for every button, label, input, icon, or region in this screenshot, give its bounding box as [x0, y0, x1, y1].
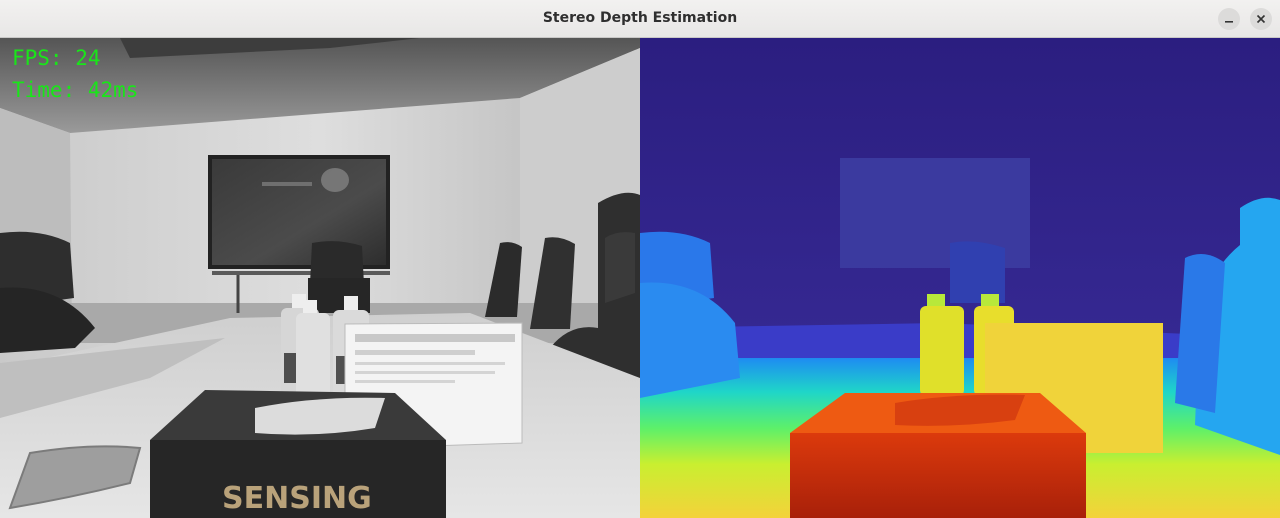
window-title: Stereo Depth Estimation [542, 10, 738, 26]
time-label: Time: [12, 78, 76, 102]
stereo-view-area: SENSING FPS: 24 Time: 42ms [0, 38, 1280, 518]
app-window: Stereo Depth Estimation SENSING FPS: 24 … [0, 0, 1280, 518]
time-readout: Time: 42ms [12, 80, 138, 101]
camera-image: SENSING [0, 38, 640, 518]
camera-view: SENSING FPS: 24 Time: 42ms [0, 38, 640, 518]
fps-value: 24 [75, 46, 101, 70]
depth-map-view [640, 38, 1280, 518]
time-value: 42ms [87, 78, 139, 102]
fps-readout: FPS: 24 [12, 48, 101, 69]
title-bar[interactable]: Stereo Depth Estimation [0, 0, 1280, 38]
minimize-button[interactable] [1218, 8, 1240, 30]
tissue-box-brand: SENSING [222, 481, 372, 516]
close-button[interactable] [1250, 8, 1272, 30]
fps-label: FPS: [12, 46, 63, 70]
tissue-box: SENSING [150, 390, 446, 518]
depth-map-image [640, 38, 1280, 518]
close-icon [1256, 14, 1266, 24]
minimize-icon [1225, 21, 1233, 23]
